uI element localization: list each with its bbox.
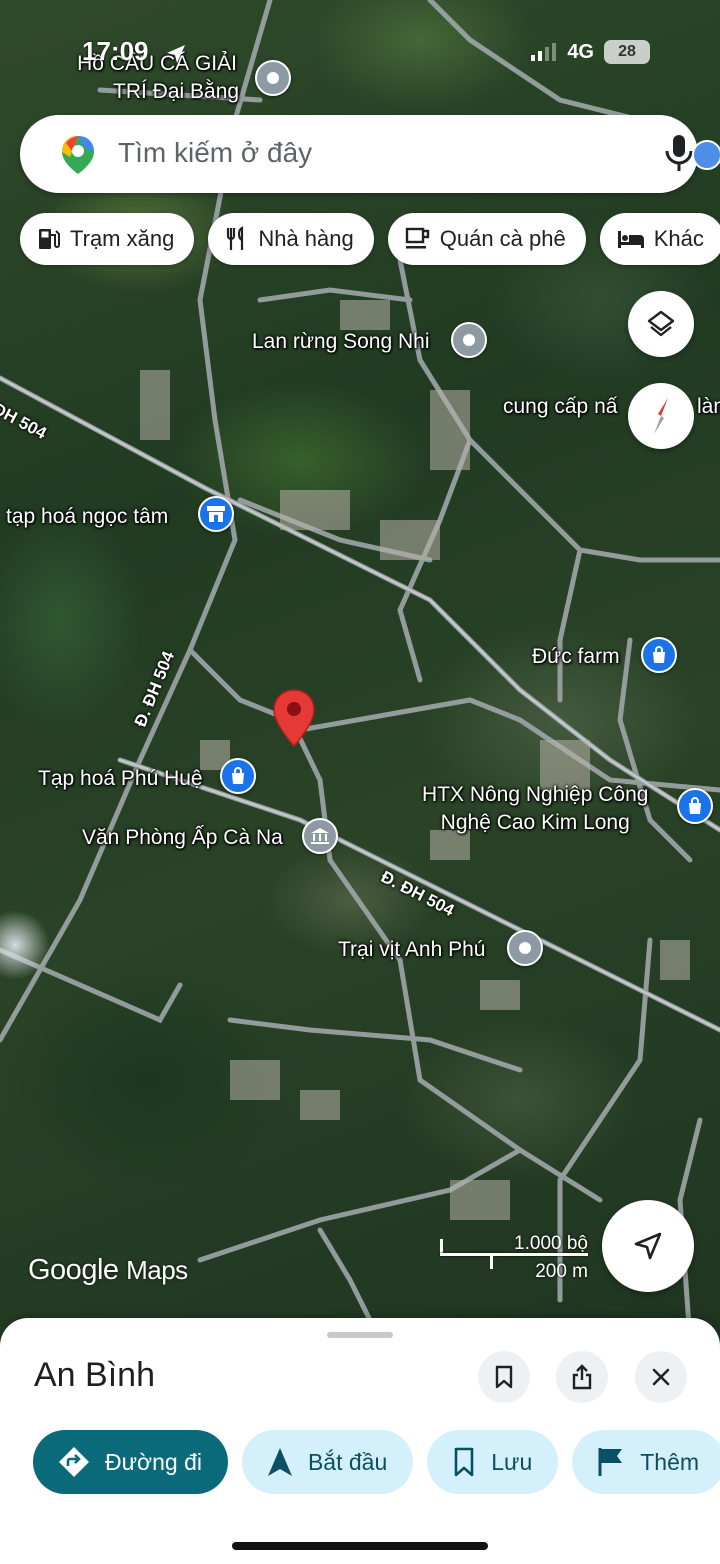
place-label-tap-hoa-ngoc-tam[interactable]: tạp hoá ngọc tâm [6, 503, 168, 531]
directions-button[interactable]: Đường đi [33, 1430, 228, 1494]
google-maps-logo: Google Maps [28, 1254, 188, 1286]
home-indicator[interactable] [232, 1542, 488, 1550]
fork-knife-icon [227, 226, 244, 250]
scale-bar: 1.000 bộ 200 m [440, 1233, 590, 1282]
share-button[interactable] [556, 1351, 608, 1403]
status-time: 17:09 [82, 36, 149, 66]
place-label-cung-cap-tail: làm [697, 395, 720, 418]
chip-gas-station[interactable]: Trạm xăng [20, 213, 195, 265]
place-pin-icon[interactable] [451, 322, 487, 358]
start-button[interactable]: Bắt đầu [241, 1430, 414, 1494]
bookmark-button[interactable] [478, 1351, 530, 1403]
more-button[interactable]: Thêm [572, 1430, 720, 1494]
google-maps-pin-icon [62, 136, 94, 174]
status-indicators: 4G 28 [531, 40, 650, 64]
chip-restaurant[interactable]: Nhà hàng [208, 213, 374, 265]
compass-button[interactable] [628, 383, 694, 449]
layers-icon [647, 310, 675, 337]
place-bottom-sheet[interactable]: An Bình Đường đi Bắt đầu Lưu Thêm [0, 1318, 720, 1564]
government-building-icon[interactable] [302, 818, 338, 854]
place-label-trai-vit[interactable]: Trại vịt Anh Phú [338, 936, 485, 964]
signal-bars-icon [531, 43, 557, 61]
store-icon[interactable] [198, 496, 234, 532]
location-arrow-icon [167, 45, 185, 63]
chip-hotel[interactable]: Khác [599, 213, 720, 265]
close-icon [652, 1368, 670, 1386]
navigation-start-icon [267, 1448, 292, 1476]
bookmark-icon [495, 1365, 513, 1389]
flag-icon [598, 1448, 623, 1476]
account-avatar[interactable] [692, 140, 720, 170]
drag-handle[interactable] [327, 1332, 393, 1338]
battery-icon: 28 [604, 40, 650, 64]
action-buttons: Đường đi Bắt đầu Lưu Thêm [33, 1430, 720, 1494]
bed-icon [617, 231, 644, 248]
save-button[interactable]: Lưu [427, 1430, 559, 1494]
category-chips: Trạm xăng Nhà hàng Quán cà phê Khác [20, 213, 720, 265]
search-bar[interactable]: Tìm kiếm ở đây [20, 115, 698, 193]
shopping-bag-icon[interactable] [641, 637, 677, 673]
place-label-van-phong-ap[interactable]: Văn Phòng Ấp Cà Na [82, 824, 283, 852]
search-input[interactable]: Tìm kiếm ở đây [118, 137, 312, 169]
share-icon [572, 1364, 592, 1390]
chip-cafe[interactable]: Quán cà phê [387, 213, 586, 265]
directions-icon [59, 1447, 89, 1477]
place-label-tap-hoa-phu-hue[interactable]: Tạp hoá Phú Huệ [38, 765, 203, 793]
network-type: 4G [567, 40, 594, 63]
microphone-icon[interactable] [664, 133, 694, 173]
place-title: An Bình [34, 1356, 155, 1394]
gas-station-icon [39, 229, 60, 249]
navigation-arrow-icon [634, 1232, 662, 1260]
map-view[interactable]: Hồ CÂU CÁ GIẢI TRÍ Đại Bằng Lan rừng Son… [0, 0, 720, 1340]
shopping-bag-icon[interactable] [220, 758, 256, 794]
red-map-pin-icon[interactable] [272, 688, 316, 748]
close-button[interactable] [635, 1351, 687, 1403]
place-label-cung-cap[interactable]: cung cấp nấ [503, 393, 617, 421]
place-label-duc-farm[interactable]: Đức farm [532, 643, 620, 671]
layers-button[interactable] [628, 291, 694, 357]
shopping-bag-icon[interactable] [677, 788, 713, 824]
place-pin-icon[interactable] [255, 60, 291, 96]
bookmark-icon [454, 1447, 474, 1477]
coffee-cup-icon [405, 227, 429, 249]
my-location-button[interactable] [602, 1200, 694, 1292]
place-pin-icon[interactable] [507, 930, 543, 966]
compass-icon [654, 398, 668, 434]
place-label-htx-kim-long[interactable]: HTX Nông Nghiệp Công Nghệ Cao Kim Long [422, 781, 648, 837]
place-label-lan-rung[interactable]: Lan rừng Song Nhi [252, 328, 430, 356]
